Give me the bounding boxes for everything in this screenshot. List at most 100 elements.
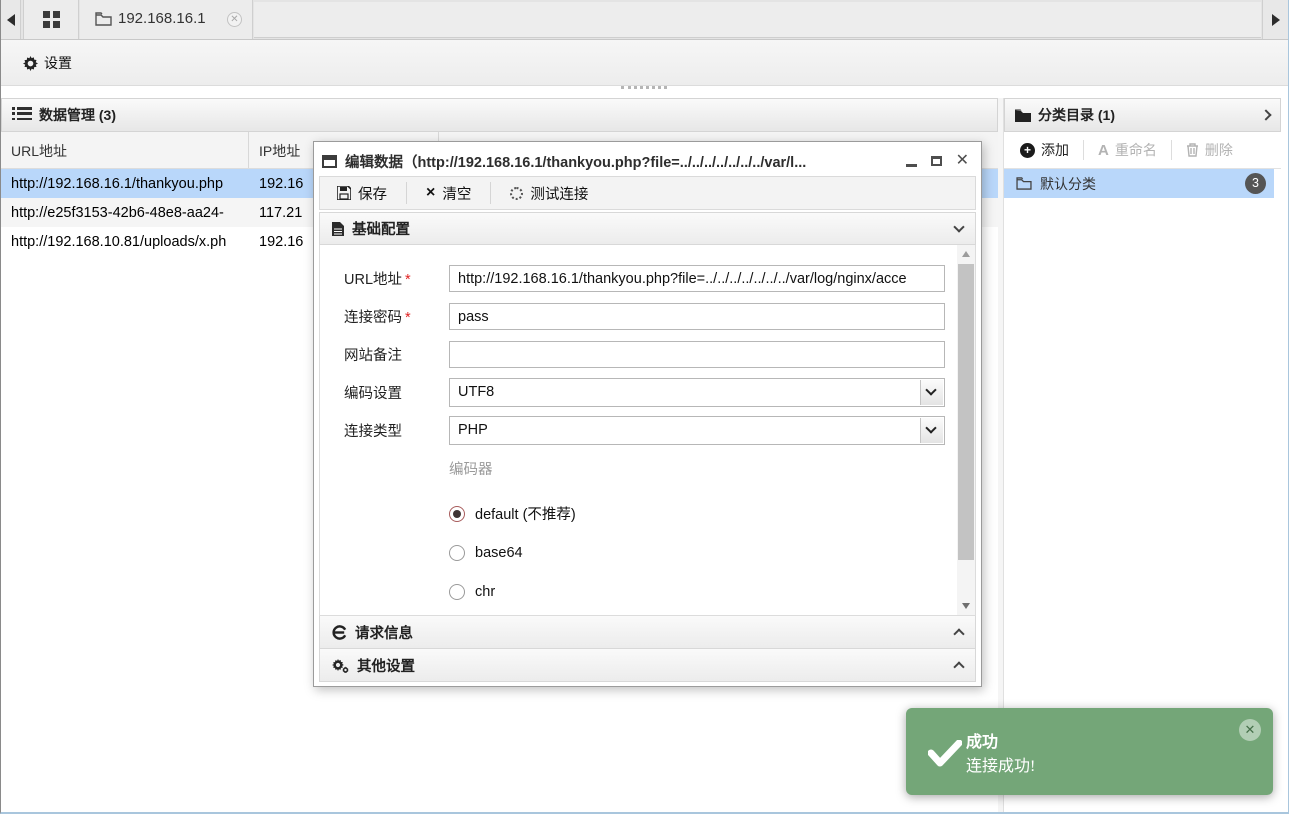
- clear-button[interactable]: × 清空: [417, 179, 480, 208]
- encoder-option-chr[interactable]: chr: [449, 583, 957, 600]
- encoder-option-base64[interactable]: base64: [449, 544, 957, 561]
- note-input[interactable]: [449, 341, 945, 368]
- chevron-down-icon: [953, 221, 965, 233]
- category-item-default[interactable]: 默认分类 3: [1004, 169, 1274, 198]
- trash-icon: [1186, 143, 1199, 157]
- section-request-info[interactable]: 请求信息: [319, 616, 976, 649]
- chevron-down-icon: [925, 422, 937, 434]
- toolbar-separator: [1083, 140, 1084, 160]
- category-count-badge: 3: [1245, 173, 1266, 194]
- required-mark: *: [405, 310, 411, 326]
- window-toolbar: 保存 × 清空 测试连接: [319, 176, 976, 210]
- row-url: http://192.168.10.81/uploads/x.ph: [11, 233, 227, 250]
- type-field-row: 连接类型 PHP: [344, 416, 957, 445]
- save-label: 保存: [358, 186, 387, 203]
- tab-site[interactable]: 192.168.16.1 ✕: [80, 0, 253, 39]
- window-controls: ✕: [905, 153, 973, 169]
- type-select[interactable]: PHP: [449, 416, 945, 445]
- encoding-value: UTF8: [458, 384, 495, 400]
- gears-icon: [332, 658, 349, 673]
- window-icon: [322, 154, 337, 168]
- delete-label: 删除: [1204, 142, 1233, 158]
- minimize-icon[interactable]: [905, 163, 917, 167]
- basic-config-form: URL地址* 连接密码* 网站备注 编码设置 UTF8 连接类型: [319, 245, 976, 616]
- save-floppy-icon: [337, 186, 351, 200]
- settings-label: 设置: [44, 55, 72, 71]
- settings-button[interactable]: 设置: [15, 50, 80, 76]
- window-titlebar[interactable]: 编辑数据（http://192.168.16.1/thankyou.php?fi…: [319, 146, 976, 176]
- encoder-option-label: chr: [475, 583, 496, 600]
- chevron-up-icon: [953, 661, 965, 673]
- tab-scroll-left-button[interactable]: [1, 0, 21, 39]
- tab-scroll-right-button[interactable]: [1262, 0, 1288, 39]
- arrow-left-icon: [7, 14, 15, 26]
- test-connection-button[interactable]: 测试连接: [501, 179, 597, 208]
- encoding-field-row: 编码设置 UTF8: [344, 378, 957, 407]
- form-scrollbar[interactable]: [957, 245, 975, 615]
- folder-outline-icon: [1016, 177, 1032, 190]
- clear-x-icon: ×: [426, 184, 436, 201]
- select-arrow-button[interactable]: [920, 380, 943, 405]
- chevron-down-icon: [925, 384, 937, 396]
- toast-close-icon[interactable]: ✕: [1239, 719, 1261, 741]
- tab-bar: 192.168.16.1 ✕: [1, 0, 1288, 40]
- section-other-settings[interactable]: 其他设置: [319, 649, 976, 682]
- category-header: 分类目录 (1): [1004, 98, 1281, 132]
- section-basic-label: 基础配置: [352, 222, 410, 238]
- scroll-down-button[interactable]: [957, 598, 975, 615]
- delete-category-button[interactable]: 删除: [1180, 136, 1239, 164]
- select-arrow-button[interactable]: [920, 418, 943, 443]
- section-basic-config[interactable]: 基础配置: [319, 212, 976, 245]
- scroll-up-button[interactable]: [957, 245, 975, 262]
- save-button[interactable]: 保存: [328, 179, 396, 208]
- note-label: 网站备注: [344, 348, 402, 364]
- chevron-up-icon: [953, 628, 965, 640]
- triangle-down-icon: [962, 603, 970, 609]
- encoder-options: default (不推荐) base64 chr: [344, 505, 957, 600]
- folder-icon: [95, 12, 112, 29]
- rename-label: 重命名: [1114, 142, 1157, 158]
- close-icon[interactable]: ✕: [956, 153, 969, 169]
- triangle-up-icon: [962, 251, 970, 257]
- encoding-select[interactable]: UTF8: [449, 378, 945, 407]
- encoder-option-label: base64: [475, 544, 523, 561]
- toast-title: 成功: [966, 734, 999, 751]
- category-item-label: 默认分类: [1040, 175, 1096, 192]
- plus-circle-icon: +: [1020, 142, 1035, 158]
- document-icon: [332, 221, 344, 236]
- radio-checked-icon: [449, 505, 465, 522]
- encoder-option-label: default (不推荐): [475, 507, 576, 523]
- maximize-icon[interactable]: [930, 156, 942, 166]
- grid-icon: [43, 11, 60, 28]
- collapse-right-icon[interactable]: [1260, 109, 1272, 121]
- category-panel: 分类目录 (1) + 添加 A 重命名 删除 默认分类 3: [1003, 98, 1281, 812]
- scrollbar-thumb[interactable]: [958, 264, 974, 560]
- data-manager-title: 数据管理 (3): [39, 107, 116, 123]
- type-value: PHP: [458, 422, 488, 438]
- encoder-group-label: 编码器: [449, 462, 493, 478]
- column-header-url[interactable]: URL地址: [1, 132, 249, 168]
- toolbar-separator: [1170, 140, 1172, 160]
- window-title: 编辑数据（http://192.168.16.1/thankyou.php?fi…: [345, 154, 807, 171]
- toast-message: 连接成功!: [966, 758, 1036, 775]
- layout-drag-handle[interactable]: [621, 86, 667, 89]
- category-title: 分类目录 (1): [1038, 107, 1115, 123]
- url-input[interactable]: [449, 265, 945, 292]
- radio-icon: [449, 583, 465, 600]
- note-field-row: 网站备注: [344, 341, 957, 368]
- success-toast: 成功 连接成功! ✕: [906, 708, 1273, 795]
- add-label: 添加: [1041, 142, 1069, 158]
- tab-close-icon[interactable]: ✕: [227, 12, 242, 27]
- spinner-icon: [510, 186, 524, 200]
- check-icon: [928, 740, 962, 767]
- toolbar-separator: [406, 182, 407, 204]
- folder-solid-icon: [1015, 109, 1031, 122]
- arrow-right-icon: [1272, 14, 1280, 26]
- encoder-option-default[interactable]: default (不推荐): [449, 505, 957, 523]
- url-label: URL地址 *: [344, 272, 411, 288]
- tab-home[interactable]: [23, 0, 79, 39]
- password-input[interactable]: [449, 303, 945, 330]
- add-category-button[interactable]: + 添加: [1014, 136, 1075, 164]
- url-field-row: URL地址 *: [344, 265, 957, 292]
- rename-category-button[interactable]: A 重命名: [1092, 136, 1163, 164]
